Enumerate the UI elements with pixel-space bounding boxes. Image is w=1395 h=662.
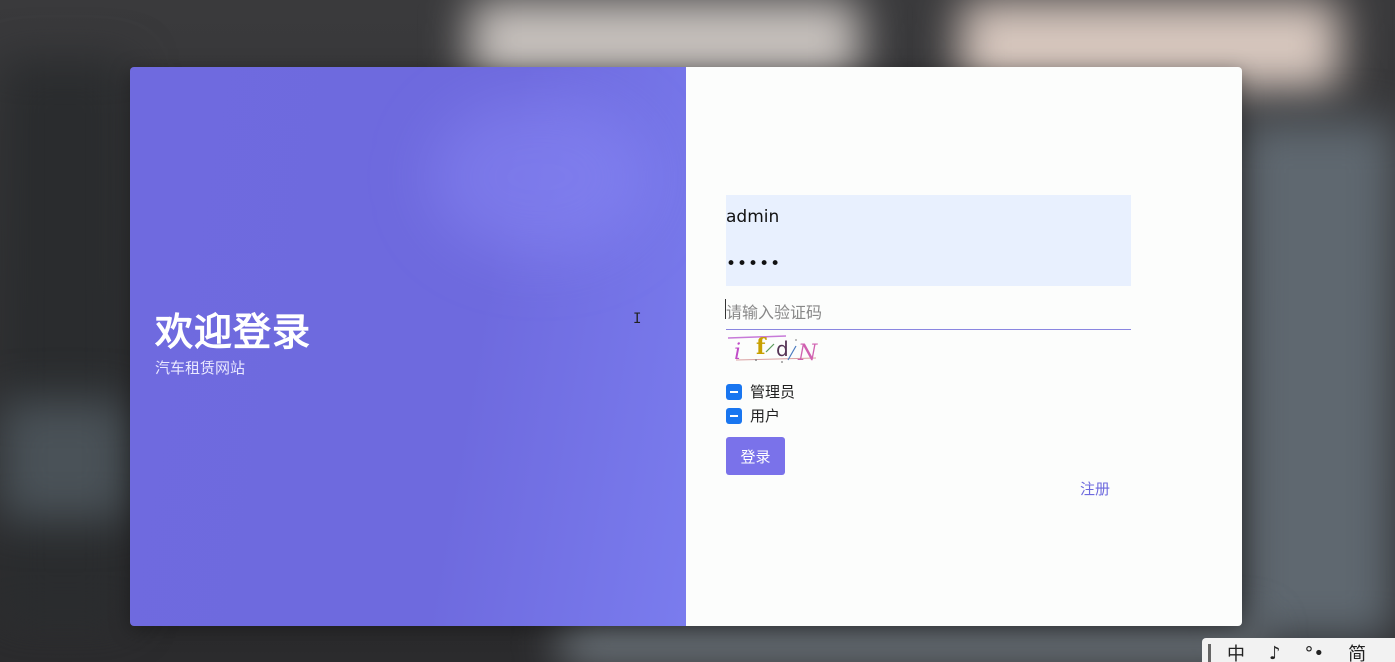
punctuation-icon[interactable]: °• — [1305, 643, 1325, 662]
captcha-char: N — [797, 341, 818, 364]
captcha-image[interactable]: i f d N — [726, 332, 822, 364]
login-card: 欢迎登录 汽车租赁网站 i f d N 管理员 用户 — [130, 67, 1242, 626]
background-blur — [0, 400, 130, 520]
login-form-panel: i f d N 管理员 用户 登录 注册 — [686, 67, 1242, 626]
checkbox-indeterminate-icon[interactable] — [726, 383, 742, 400]
role-option-user[interactable]: 用户 — [726, 405, 780, 426]
mouse-ibeam-cursor: I — [633, 311, 642, 327]
role-option-admin[interactable]: 管理员 — [726, 381, 795, 402]
background-blur — [0, 60, 130, 620]
captcha-char: d — [776, 337, 789, 361]
ime-toolbar: 中 ♪ °• 简 — [1202, 638, 1395, 662]
register-link[interactable]: 注册 — [1080, 478, 1110, 499]
welcome-panel: 欢迎登录 汽车租赁网站 — [130, 67, 686, 626]
captcha-char: f — [756, 334, 767, 360]
captcha-char: i — [734, 340, 741, 364]
role-label: 管理员 — [750, 383, 796, 401]
role-label: 用户 — [750, 407, 781, 425]
welcome-subtitle: 汽车租赁网站 — [155, 359, 246, 377]
captcha-input[interactable] — [726, 296, 1131, 330]
background-blur — [560, 626, 1260, 662]
welcome-title: 欢迎登录 — [155, 310, 312, 354]
panel-glow — [430, 97, 650, 257]
toolbar-divider — [1208, 644, 1211, 662]
login-button[interactable]: 登录 — [726, 437, 785, 475]
text-caret — [725, 299, 726, 319]
password-field[interactable] — [726, 252, 1131, 276]
ime-simplified-toggle[interactable]: 简 — [1348, 640, 1366, 662]
username-field[interactable] — [726, 206, 1131, 228]
checkbox-indeterminate-icon[interactable] — [726, 407, 742, 424]
ime-language-toggle[interactable]: 中 — [1227, 640, 1245, 662]
background-blur — [1240, 120, 1395, 640]
moon-icon[interactable]: ♪ — [1269, 643, 1281, 662]
